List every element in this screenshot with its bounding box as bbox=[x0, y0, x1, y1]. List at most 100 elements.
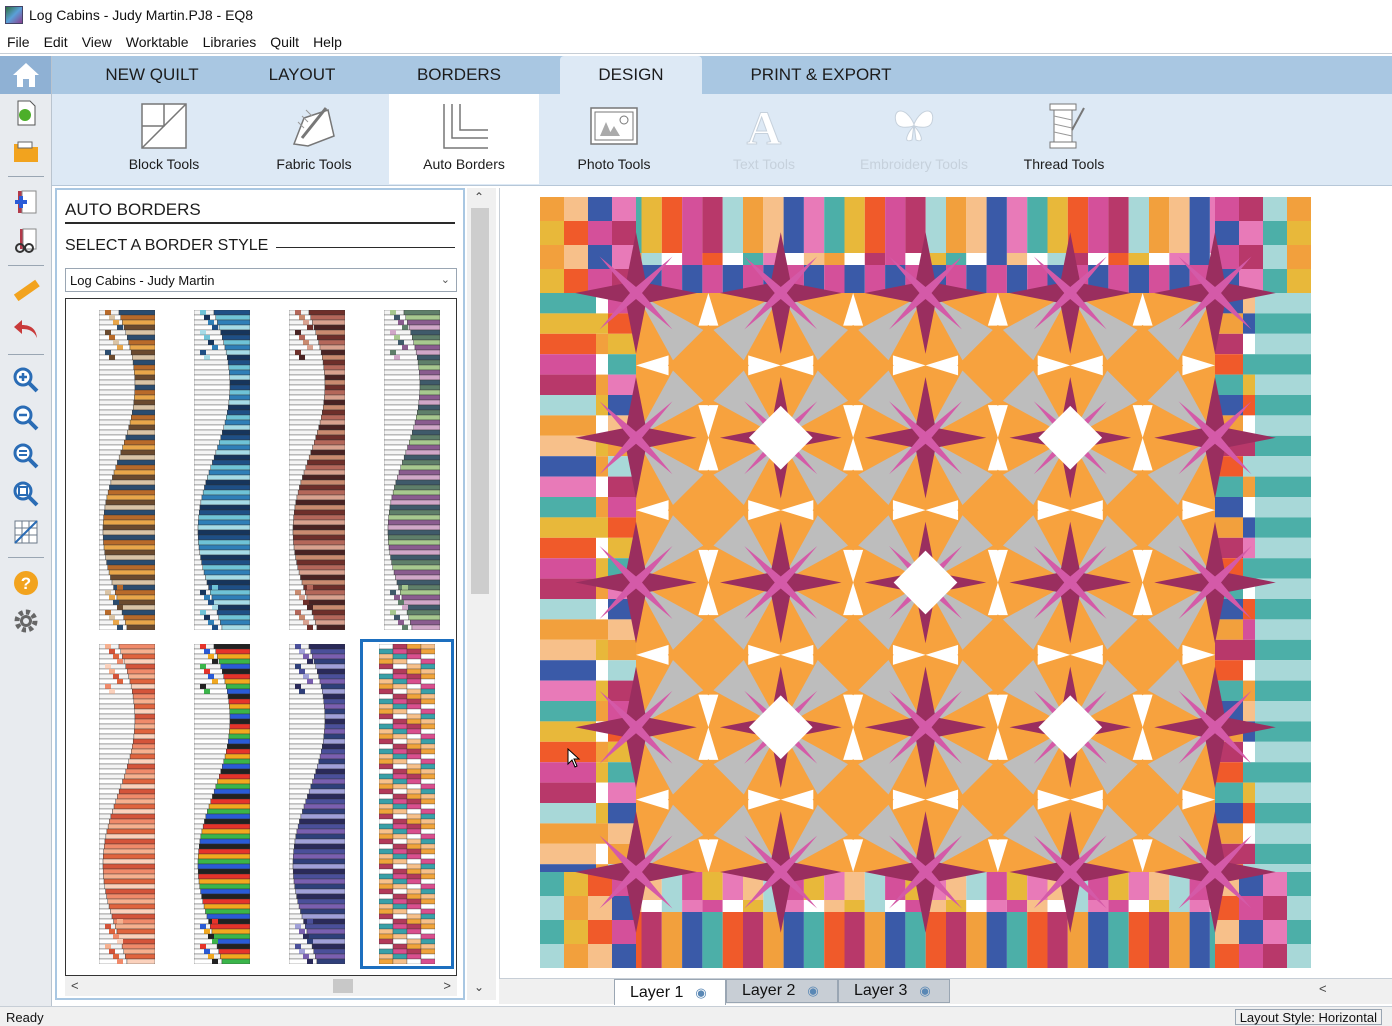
text-tools-label: Text Tools bbox=[733, 156, 795, 172]
tab-layer-3[interactable]: Layer 3 ◉ bbox=[838, 979, 950, 1003]
fit-to-worktable-button[interactable] bbox=[0, 475, 52, 513]
fabric-tools-icon bbox=[292, 107, 335, 147]
settings-button[interactable] bbox=[0, 602, 52, 640]
thread-tools-label: Thread Tools bbox=[1023, 156, 1105, 172]
border-style-dropdown[interactable]: Log Cabins - Judy Martin ⌄ bbox=[65, 268, 457, 292]
left-toolbar: ? bbox=[0, 56, 52, 1006]
border-style-dropdown-value: Log Cabins - Judy Martin bbox=[70, 272, 215, 288]
auto-borders-icon bbox=[443, 104, 488, 149]
border-style-preview bbox=[384, 310, 440, 630]
block-tools-button[interactable]: Block Tools bbox=[89, 94, 239, 184]
new-project-button[interactable] bbox=[0, 94, 52, 132]
border-style-preview bbox=[194, 644, 250, 964]
border-style-preview bbox=[99, 310, 155, 630]
menu-libraries[interactable]: Libraries bbox=[196, 34, 264, 50]
menu-file[interactable]: File bbox=[0, 34, 37, 50]
layer-tab-bar: Layer 1 ◉ Layer 2 ◉ Layer 3 ◉ < bbox=[499, 978, 1392, 1005]
auto-borders-button[interactable]: Auto Borders bbox=[389, 94, 539, 184]
scroll-left-icon[interactable]: < bbox=[1319, 981, 1327, 996]
grid-icon bbox=[14, 520, 38, 544]
measure-icon bbox=[13, 279, 40, 302]
menu-worktable[interactable]: Worktable bbox=[119, 34, 196, 50]
eye-icon[interactable]: ◉ bbox=[695, 985, 706, 1001]
menu-bar: File Edit View Worktable Libraries Quilt… bbox=[0, 30, 1392, 54]
view-sketchbook-icon bbox=[15, 228, 37, 253]
tab-layout[interactable]: LAYOUT bbox=[226, 56, 378, 94]
view-sketchbook-button[interactable] bbox=[0, 221, 52, 259]
photo-tools-button[interactable]: Photo Tools bbox=[539, 94, 689, 184]
border-style-thumbnail[interactable] bbox=[80, 305, 174, 635]
tab-borders[interactable]: BORDERS bbox=[378, 56, 540, 94]
scroll-down-icon[interactable]: ⌄ bbox=[474, 980, 484, 994]
toolbar-separator bbox=[7, 354, 44, 355]
status-bar: Ready Layout Style: Horizontal bbox=[0, 1006, 1392, 1026]
thread-tools-button[interactable]: Thread Tools bbox=[989, 94, 1139, 184]
layout-style-indicator: Layout Style: Horizontal bbox=[1234, 1009, 1382, 1025]
embroidery-tools-button[interactable]: Embroidery Tools bbox=[839, 94, 989, 184]
measure-button[interactable] bbox=[0, 272, 52, 310]
eye-icon[interactable]: ◉ bbox=[919, 983, 930, 999]
border-style-thumbnail[interactable] bbox=[80, 639, 174, 969]
panel-subtitle: SELECT A BORDER STYLE bbox=[65, 237, 277, 255]
scroll-left-icon[interactable]: < bbox=[71, 978, 79, 993]
border-style-thumbnail[interactable] bbox=[365, 305, 456, 635]
border-style-thumbnail[interactable] bbox=[175, 639, 269, 969]
tab-layer-1[interactable]: Layer 1 ◉ bbox=[614, 979, 726, 1005]
thread-tools-icon bbox=[1049, 103, 1085, 149]
grid-button[interactable] bbox=[0, 513, 52, 551]
border-style-preview bbox=[289, 644, 345, 964]
zoom-previous-icon bbox=[13, 443, 39, 469]
zoom-previous-button[interactable] bbox=[0, 437, 52, 475]
window-title: Log Cabins - Judy Martin.PJ8 - EQ8 bbox=[29, 7, 254, 23]
undo-button[interactable] bbox=[0, 310, 52, 348]
menu-edit[interactable]: Edit bbox=[37, 34, 75, 50]
design-ribbon: Block Tools Fabric Tools Auto Borders Ph… bbox=[52, 94, 1392, 186]
title-bar: Log Cabins - Judy Martin.PJ8 - EQ8 bbox=[0, 0, 1392, 30]
border-style-gallery bbox=[65, 298, 457, 976]
border-style-thumbnail[interactable] bbox=[175, 305, 269, 635]
zoom-in-button[interactable] bbox=[0, 361, 52, 399]
tab-layer-2[interactable]: Layer 2 ◉ bbox=[726, 979, 838, 1003]
gallery-horizontal-scrollbar[interactable]: < > bbox=[65, 976, 457, 996]
help-button[interactable]: ? bbox=[0, 564, 52, 602]
svg-text:A: A bbox=[747, 102, 782, 152]
add-to-sketchbook-button[interactable] bbox=[0, 183, 52, 221]
embroidery-tools-icon bbox=[894, 110, 934, 142]
panel-title-divider bbox=[65, 222, 455, 224]
panel-vertical-scrollbar[interactable]: ⌃ ⌄ bbox=[467, 188, 496, 1000]
open-project-icon bbox=[14, 141, 38, 162]
text-tools-button[interactable]: A Text Tools bbox=[689, 94, 839, 184]
zoom-out-icon bbox=[13, 405, 39, 431]
border-style-thumbnail[interactable] bbox=[270, 305, 364, 635]
eye-icon[interactable]: ◉ bbox=[807, 983, 818, 999]
menu-quilt[interactable]: Quilt bbox=[263, 34, 306, 50]
tab-new-quilt[interactable]: NEW QUILT bbox=[78, 56, 226, 94]
border-style-thumbnail[interactable] bbox=[360, 639, 454, 969]
scroll-up-icon[interactable]: ⌃ bbox=[474, 190, 484, 204]
border-style-preview bbox=[289, 310, 345, 630]
home-button[interactable] bbox=[0, 56, 51, 94]
layer-1-label: Layer 1 bbox=[630, 983, 684, 1001]
menu-view[interactable]: View bbox=[75, 34, 119, 50]
toolbar-separator bbox=[7, 176, 44, 177]
scrollbar-thumb[interactable] bbox=[333, 979, 353, 993]
quilt-design[interactable] bbox=[540, 197, 1311, 968]
panel-title: AUTO BORDERS bbox=[65, 200, 201, 219]
tab-print-export[interactable]: PRINT & EXPORT bbox=[702, 56, 940, 94]
auto-borders-panel: AUTO BORDERS SELECT A BORDER STYLE Log C… bbox=[55, 188, 465, 1000]
zoom-in-icon bbox=[13, 367, 39, 393]
border-style-preview bbox=[194, 310, 250, 630]
tab-design[interactable]: DESIGN bbox=[560, 56, 702, 94]
zoom-out-button[interactable] bbox=[0, 399, 52, 437]
scrollbar-thumb[interactable] bbox=[471, 208, 489, 594]
open-project-button[interactable] bbox=[0, 132, 52, 170]
layer-2-label: Layer 2 bbox=[742, 982, 796, 999]
undo-icon bbox=[14, 320, 37, 338]
fabric-tools-label: Fabric Tools bbox=[276, 156, 352, 172]
toolbar-separator bbox=[7, 265, 44, 266]
scroll-right-icon[interactable]: > bbox=[443, 978, 451, 993]
fabric-tools-button[interactable]: Fabric Tools bbox=[239, 94, 389, 184]
menu-help[interactable]: Help bbox=[306, 34, 349, 50]
new-project-icon bbox=[17, 100, 36, 126]
border-style-thumbnail[interactable] bbox=[270, 639, 364, 969]
